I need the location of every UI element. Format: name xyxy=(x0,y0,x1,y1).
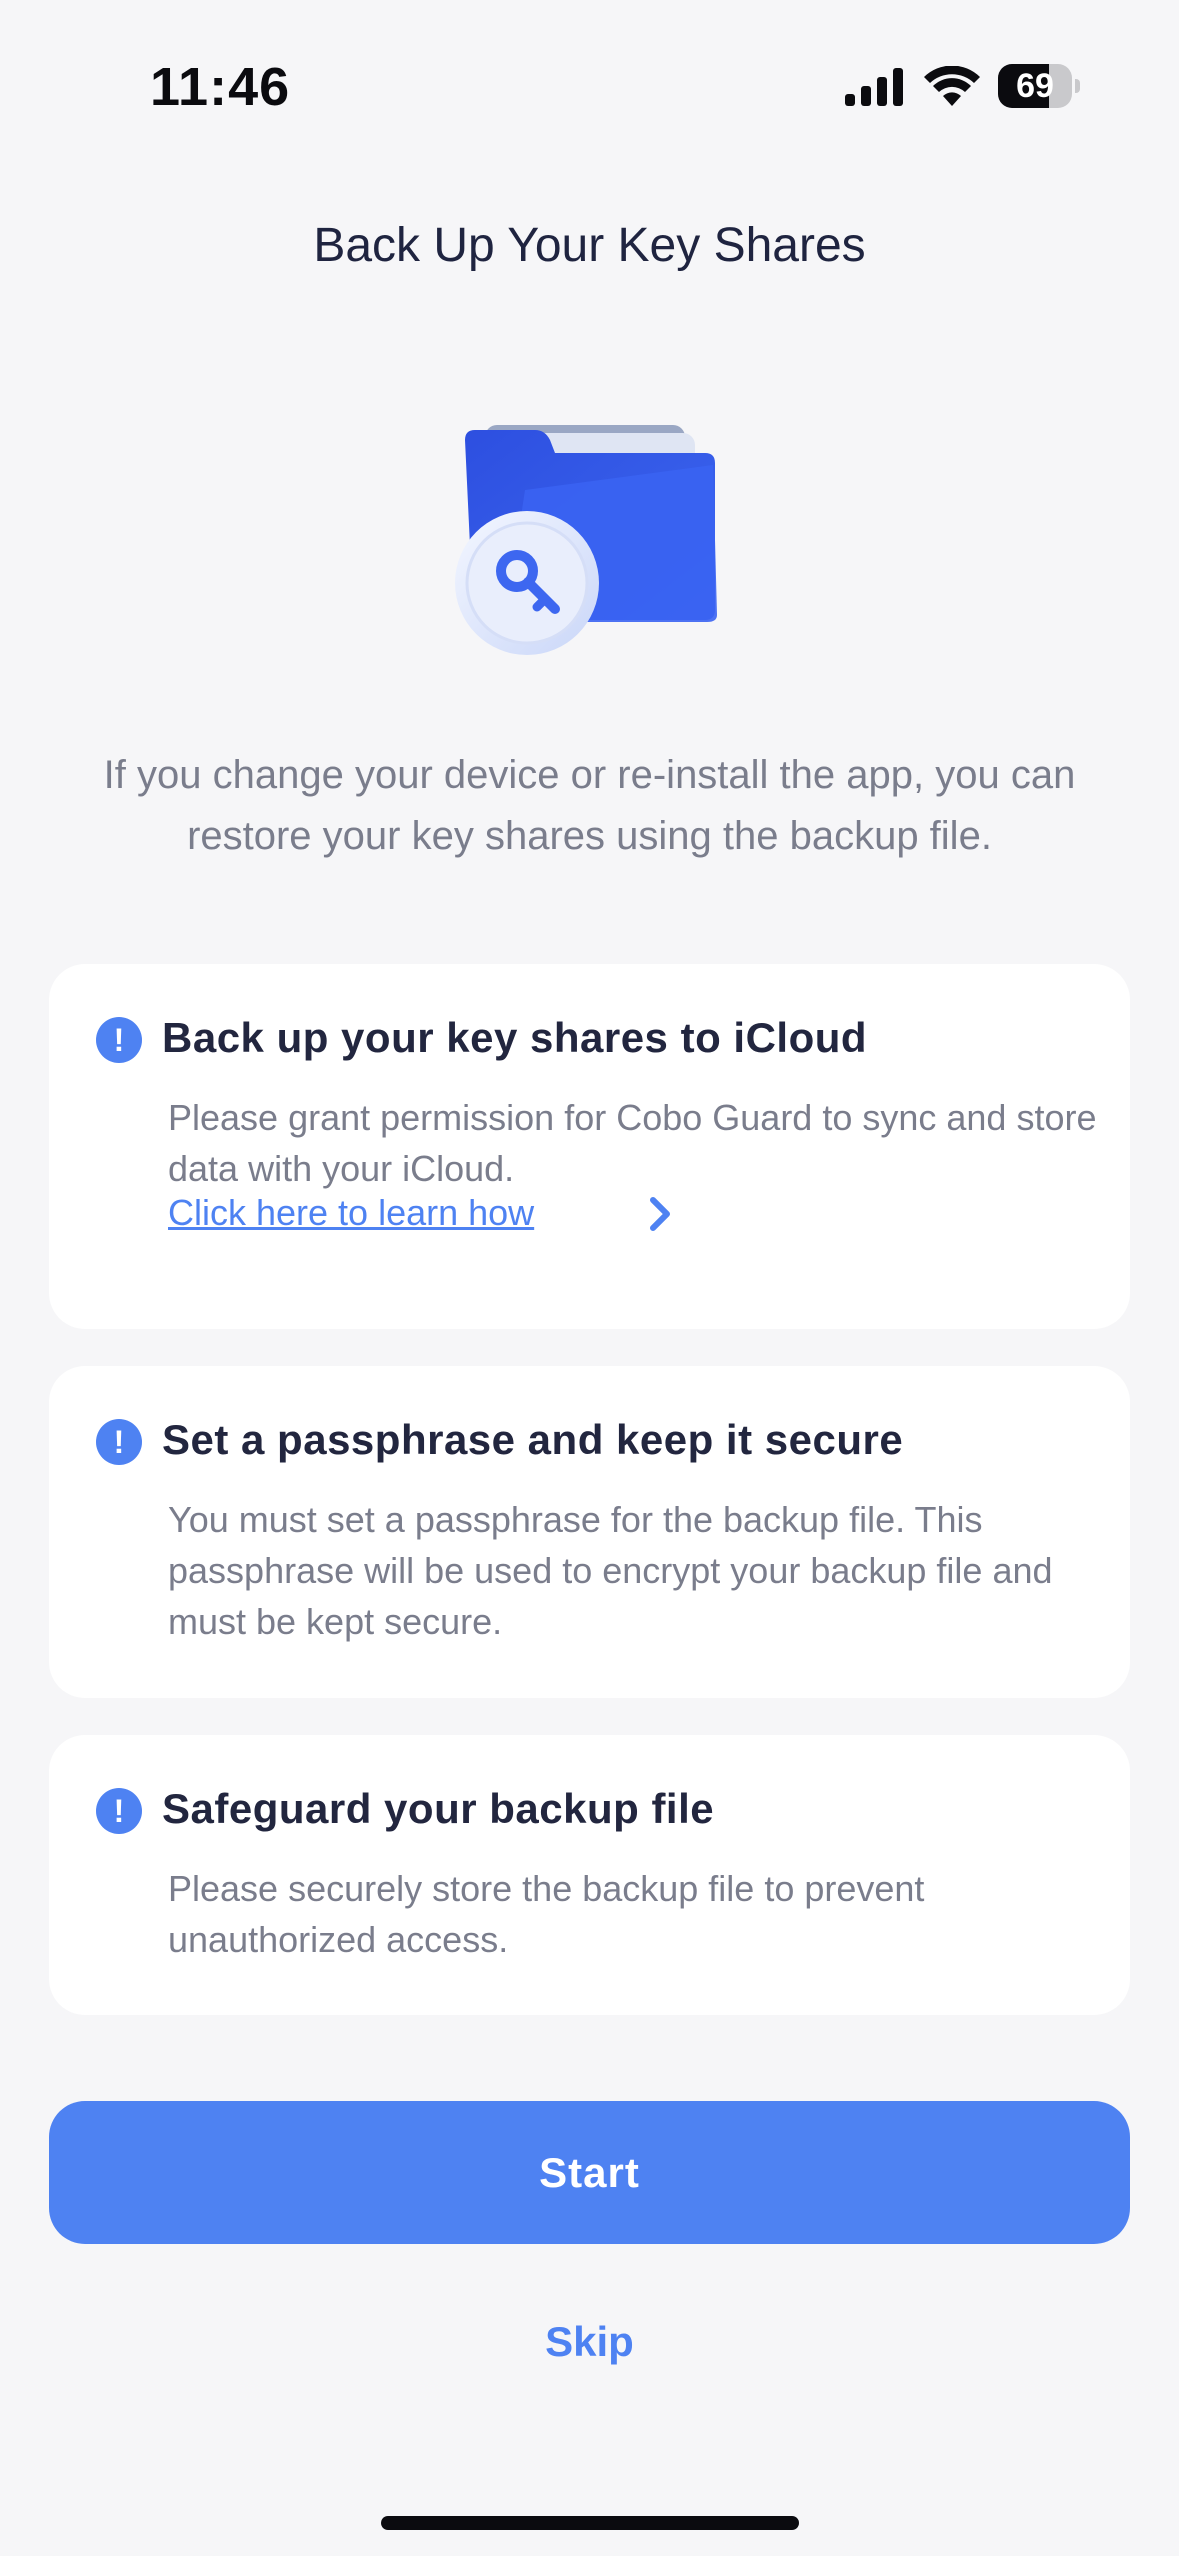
icloud-backup-card: ! Back up your key shares to iCloud Plea… xyxy=(49,964,1130,1329)
passphrase-card: ! Set a passphrase and keep it secure Yo… xyxy=(49,1366,1130,1698)
wifi-icon xyxy=(924,66,980,106)
card-body: Please grant permission for Cobo Guard t… xyxy=(168,1097,1097,1189)
battery-level: 69 xyxy=(1016,67,1054,105)
chevron-right-icon[interactable] xyxy=(646,1194,674,1234)
status-time: 11:46 xyxy=(150,57,291,117)
learn-how-link[interactable]: Click here to learn how xyxy=(168,1192,534,1234)
safeguard-card: ! Safeguard your backup file Please secu… xyxy=(49,1735,1130,2015)
folder-key-icon xyxy=(455,425,717,655)
card-title: Safeguard your backup file xyxy=(162,1785,715,1832)
card-body: You must set a passphrase for the backup… xyxy=(168,1499,1053,1642)
card-title: Back up your key shares to iCloud xyxy=(162,1014,868,1061)
alert-icon: ! xyxy=(96,1017,142,1063)
battery-body: 69 xyxy=(998,64,1072,108)
battery-icon: 69 xyxy=(998,64,1080,108)
skip-button[interactable]: Skip xyxy=(0,2318,1179,2366)
home-indicator[interactable] xyxy=(381,2516,799,2530)
signal-icon xyxy=(845,68,903,106)
alert-icon: ! xyxy=(96,1788,142,1834)
alert-icon: ! xyxy=(96,1419,142,1465)
start-button[interactable]: Start xyxy=(49,2101,1130,2244)
page-title: Back Up Your Key Shares xyxy=(313,219,866,272)
card-body: Please securely store the backup file to… xyxy=(168,1868,925,1960)
battery-cap xyxy=(1075,79,1080,93)
intro-text: If you change your device or re-install … xyxy=(103,753,1076,858)
status-bar: 11:46 69 xyxy=(0,0,1179,150)
card-title: Set a passphrase and keep it secure xyxy=(162,1416,904,1463)
